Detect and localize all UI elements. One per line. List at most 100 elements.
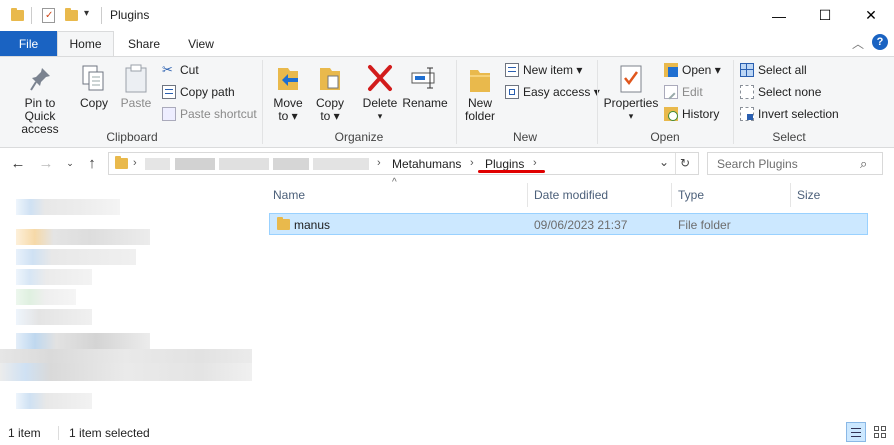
new-folder-button[interactable]: New folder xyxy=(460,64,500,124)
copy-to-button[interactable]: Copy to ▾ xyxy=(312,64,348,124)
copy-path-icon xyxy=(162,85,176,99)
tab-home[interactable]: Home xyxy=(57,31,114,56)
column-header-type[interactable]: Type xyxy=(678,183,704,207)
sort-ascending-icon: ^ xyxy=(392,177,397,188)
address-bar[interactable]: › › Metahumans › Plugins › ⌄ ↻ xyxy=(108,152,699,175)
select-none-label: Select none xyxy=(758,85,822,99)
nav-item[interactable] xyxy=(16,199,120,215)
redacted-path-segment xyxy=(273,158,309,170)
select-all-button[interactable]: Select all xyxy=(740,61,807,79)
copy-path-button[interactable]: Copy path xyxy=(162,83,235,101)
breadcrumb-chevron-icon[interactable]: › xyxy=(133,157,137,169)
scissors-icon: ✂ xyxy=(162,62,173,77)
move-to-button[interactable]: Move to ▾ xyxy=(270,64,306,124)
large-icons-view-icon[interactable] xyxy=(870,422,890,442)
nav-item[interactable] xyxy=(16,229,150,245)
delete-icon xyxy=(368,65,392,91)
tab-view[interactable]: View xyxy=(176,31,226,56)
select-group-label: Select xyxy=(772,130,806,144)
cut-button[interactable]: ✂ Cut xyxy=(162,61,199,79)
maximize-button[interactable]: ☐ xyxy=(802,0,848,31)
group-separator xyxy=(456,60,457,144)
search-box[interactable]: Search Plugins ⌕ xyxy=(707,152,883,175)
delete-button[interactable]: Delete ▾ xyxy=(360,64,400,124)
up-button[interactable]: ↑ xyxy=(82,153,102,173)
nav-item[interactable] xyxy=(0,363,252,381)
nav-item[interactable] xyxy=(16,289,76,305)
edit-button[interactable]: Edit xyxy=(664,83,703,101)
collapse-ribbon-icon[interactable]: ︿ xyxy=(852,35,864,52)
paste-label: Paste xyxy=(120,96,152,110)
refresh-icon[interactable]: ↻ xyxy=(680,156,690,170)
nav-item[interactable] xyxy=(16,249,136,265)
nav-item[interactable] xyxy=(16,269,92,285)
invert-selection-label: Invert selection xyxy=(758,107,839,121)
pin-to-quick-access-button[interactable]: Pin to Quick access xyxy=(8,64,72,136)
select-none-button[interactable]: Select none xyxy=(740,83,821,101)
search-input[interactable]: Search Plugins xyxy=(717,157,798,171)
select-none-icon xyxy=(740,85,754,99)
group-separator xyxy=(733,60,734,144)
invert-selection-button[interactable]: Invert selection xyxy=(740,105,839,123)
close-button[interactable]: ✕ xyxy=(848,0,894,31)
back-button[interactable]: ← xyxy=(8,153,28,173)
forward-button[interactable]: → xyxy=(36,153,56,173)
file-name[interactable]: manus xyxy=(294,218,330,232)
help-icon[interactable]: ? xyxy=(872,34,888,50)
paste-shortcut-button[interactable]: Paste shortcut xyxy=(162,105,257,123)
new-folder-quick-icon[interactable] xyxy=(65,8,78,21)
search-icon[interactable]: ⌕ xyxy=(860,156,867,172)
properties-icon xyxy=(620,65,642,93)
easy-access-button[interactable]: Easy access ▾ xyxy=(505,83,600,101)
properties-dropdown-icon[interactable]: ▾ xyxy=(603,110,659,123)
nav-item[interactable] xyxy=(16,393,92,409)
tab-file[interactable]: File xyxy=(0,31,57,56)
properties-quick-icon[interactable]: ✓ xyxy=(42,8,55,23)
new-item-icon xyxy=(505,63,519,77)
column-separator[interactable] xyxy=(790,183,791,207)
copy-to-icon xyxy=(320,68,340,90)
column-separator[interactable] xyxy=(671,183,672,207)
edit-label: Edit xyxy=(682,85,703,99)
status-item-count: 1 item xyxy=(8,426,41,440)
rename-button[interactable]: Rename xyxy=(402,64,448,124)
navigation-pane[interactable] xyxy=(0,183,260,418)
separator xyxy=(31,7,32,24)
cut-label: Cut xyxy=(180,63,199,77)
details-view-icon[interactable] xyxy=(846,422,866,442)
minimize-button[interactable]: — xyxy=(756,0,802,31)
paste-button[interactable]: Paste xyxy=(118,64,154,124)
tab-share[interactable]: Share xyxy=(118,31,170,56)
history-button[interactable]: History xyxy=(664,105,719,123)
delete-dropdown-icon[interactable]: ▾ xyxy=(360,110,400,123)
breadcrumb-metahumans[interactable]: Metahumans xyxy=(392,157,461,171)
customize-quick-access-icon[interactable]: ▾ xyxy=(84,8,89,19)
new-folder-icon xyxy=(470,70,490,92)
file-date-modified: 09/06/2023 21:37 xyxy=(534,218,628,232)
title-bar: ✓ ▾ Plugins — ☐ ✕ xyxy=(0,0,894,31)
open-group-label: Open xyxy=(650,130,680,144)
breadcrumb-plugins[interactable]: Plugins xyxy=(485,157,524,171)
copy-button[interactable]: Copy xyxy=(76,64,112,124)
nav-item[interactable] xyxy=(16,309,92,325)
column-header-size[interactable]: Size xyxy=(797,183,820,207)
open-icon xyxy=(664,63,678,77)
open-button[interactable]: Open ▾ xyxy=(664,61,721,79)
properties-button[interactable]: Properties ▾ xyxy=(603,64,659,124)
new-item-button[interactable]: New item ▾ xyxy=(505,61,582,79)
address-dropdown-icon[interactable]: ⌄ xyxy=(659,155,669,169)
history-label: History xyxy=(682,107,720,121)
redacted-path-segment xyxy=(145,158,170,170)
breadcrumb-chevron-icon[interactable]: › xyxy=(470,157,474,169)
table-row[interactable]: manus 09/06/2023 21:37 File folder xyxy=(269,213,868,235)
breadcrumb-chevron-icon[interactable]: › xyxy=(533,157,537,169)
properties-label: Properties xyxy=(603,96,659,110)
nav-item[interactable] xyxy=(16,333,150,349)
column-header-date-modified[interactable]: Date modified xyxy=(534,183,608,207)
breadcrumb-chevron-icon[interactable]: › xyxy=(377,157,381,169)
status-selected-count: 1 item selected xyxy=(69,426,150,440)
copy-to-label-line2: to ▾ xyxy=(320,109,340,123)
column-separator[interactable] xyxy=(527,183,528,207)
recent-locations-icon[interactable]: ⌄ xyxy=(60,153,80,173)
column-header-name[interactable]: Name xyxy=(273,183,305,207)
